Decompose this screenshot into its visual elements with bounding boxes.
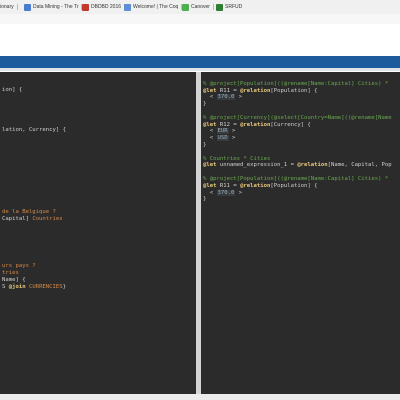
- code-line: S @join CURRENCIES}: [2, 283, 67, 290]
- result-comment: % @project[Population]((@rename[Name:Cap…: [203, 80, 389, 87]
- tuple-value: USD: [216, 135, 229, 142]
- let-keyword: @let: [203, 121, 217, 128]
- bookmark-item[interactable]: Canover: [182, 1, 214, 13]
- tuple-value: 370.0: [216, 94, 236, 101]
- bookmark-label: Welcome! | The Coq: [133, 4, 179, 10]
- page-icon: [216, 3, 223, 11]
- let-expression: R11 =: [216, 182, 241, 189]
- bookmark-label: ionary: [0, 4, 14, 10]
- code-line: Name] {: [2, 276, 26, 283]
- page-header-area: [0, 24, 400, 56]
- page-icon: [182, 3, 189, 11]
- result-text: % @project[Population]((@rename[Name:Cap…: [203, 74, 392, 210]
- bookmark-item[interactable]: Data Mining - The Tr: [24, 1, 83, 13]
- result-comment: % @project[Population]((@rename[Name:Cap…: [203, 175, 389, 182]
- code-line: lation, Currency] {: [2, 127, 66, 134]
- bookmark-item[interactable]: ionary: [0, 1, 18, 13]
- toolbar-gap: [0, 14, 400, 24]
- relation-keyword: @relation: [297, 162, 328, 169]
- relation-schema: [Population] {: [270, 87, 318, 94]
- bookmark-item[interactable]: Welcome! | The Coq: [124, 1, 183, 13]
- relation-keyword: @relation: [240, 121, 271, 128]
- page-icon: [24, 3, 31, 11]
- bookmark-separator: [16, 4, 18, 10]
- relation-keyword: @relation: [240, 182, 271, 189]
- code-line: tries: [2, 270, 19, 277]
- result-panel: % @project[Population]((@rename[Name:Cap…: [201, 72, 400, 394]
- relation-close: }: [203, 141, 207, 148]
- relation-schema: [Currency] {: [270, 121, 311, 128]
- bookmark-separator: [212, 4, 214, 10]
- bookmark-item[interactable]: SRFUD: [216, 1, 242, 13]
- app-header-bar: [0, 56, 400, 68]
- let-keyword: @let: [203, 182, 217, 189]
- bookmark-item[interactable]: DBDBD 2016: [82, 1, 126, 13]
- relation-close: }: [203, 101, 207, 108]
- bookmarks-bar: ionary Data Mining - The Tr DBDBD 2016 W…: [0, 0, 400, 15]
- let-expression: unnamed_expression_1 =: [216, 162, 298, 169]
- bookmark-label: DBDBD 2016: [91, 4, 122, 10]
- let-expression: R11 =: [216, 87, 241, 94]
- let-keyword: @let: [203, 162, 217, 169]
- relation-close: }: [203, 196, 207, 203]
- query-editor[interactable]: ion] { lation, Currency] { de la Belgique …: [0, 72, 196, 394]
- result-comment: % @project[Currency](@select[Country=Nam…: [203, 114, 392, 121]
- relation-schema: [Population] {: [270, 182, 318, 189]
- tuple-open: <: [209, 189, 217, 196]
- code-line: de la Belgique ?: [2, 208, 56, 215]
- tuple-open: <: [209, 128, 217, 135]
- tuple-value: 370.0: [216, 189, 236, 196]
- tuple-close: >: [235, 189, 243, 196]
- tuple-open: <: [209, 135, 217, 142]
- let-keyword: @let: [203, 87, 217, 94]
- bookmark-label: Data Mining - The Tr: [33, 4, 79, 10]
- app-header-shadow: [0, 68, 400, 71]
- tuple-value: EUR: [216, 128, 229, 135]
- relation-keyword: @relation: [240, 87, 271, 94]
- status-strip: [0, 394, 400, 400]
- tuple-open: <: [209, 94, 217, 101]
- relation-schema: [Name, Capital, Pop: [327, 162, 392, 169]
- query-editor-text[interactable]: ion] { lation, Currency] { de la Belgique …: [2, 73, 66, 291]
- tuple-close: >: [235, 94, 243, 101]
- let-expression: R12 =: [216, 121, 241, 128]
- page-icon: [124, 3, 131, 11]
- page-icon: [82, 3, 89, 11]
- result-comment: % Countries * Cities: [203, 155, 271, 162]
- bookmark-label: SRFUD: [225, 4, 243, 10]
- bookmark-label: Canover: [191, 4, 210, 10]
- code-line: Capital] Countries: [2, 215, 63, 222]
- code-line: ion] {: [2, 86, 23, 93]
- tuple-close: >: [228, 135, 236, 142]
- tuple-close: >: [228, 128, 236, 135]
- code-line: urs pays ?: [2, 263, 36, 270]
